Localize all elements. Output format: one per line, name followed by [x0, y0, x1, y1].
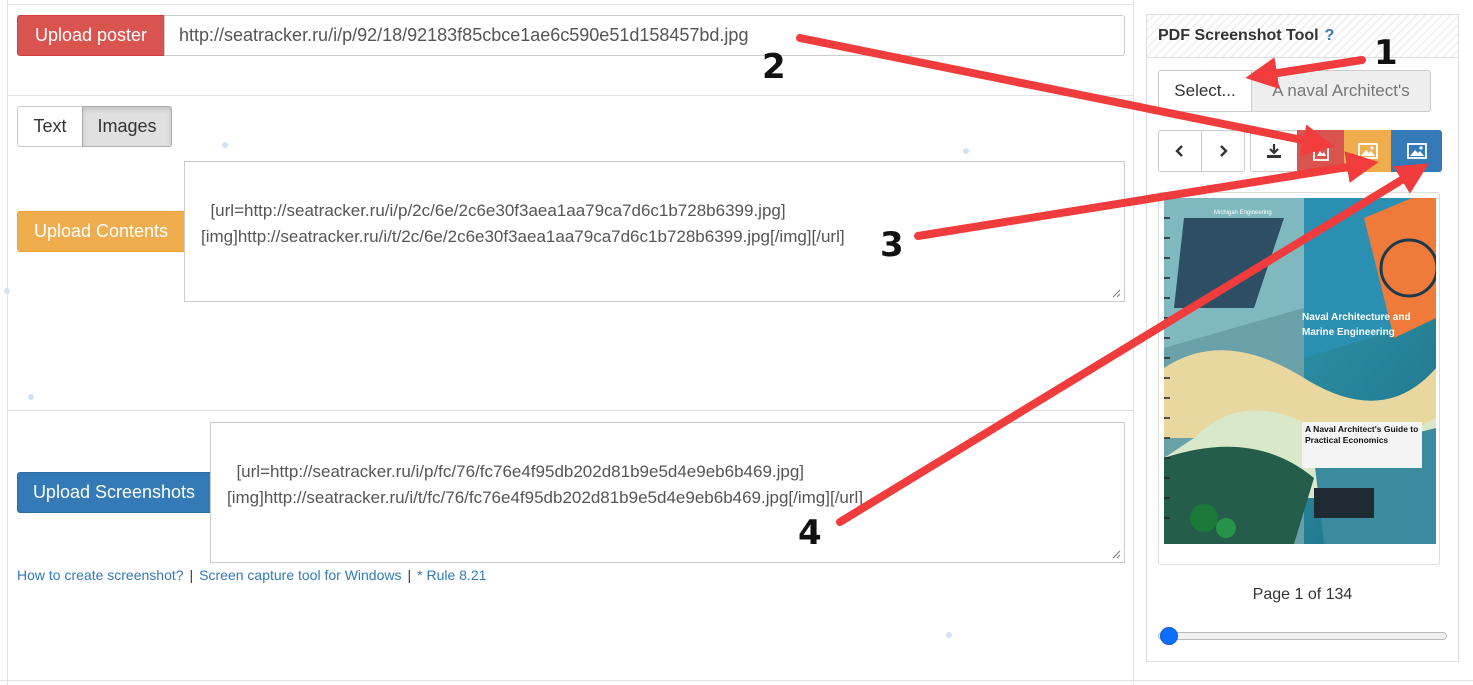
download-button[interactable]	[1250, 130, 1298, 172]
page-slider[interactable]	[1158, 632, 1447, 640]
pdf-image-icon	[1313, 141, 1329, 161]
download-icon	[1267, 144, 1281, 158]
frame-line-row2	[7, 410, 1134, 411]
poster-url-input[interactable]: http://seatracker.ru/i/p/92/18/92183f85c…	[164, 15, 1125, 56]
image-orange-icon	[1358, 143, 1378, 159]
link-rule[interactable]: * Rule 8.21	[417, 567, 486, 583]
decor-dot	[222, 142, 228, 148]
upload-contents-button[interactable]: Upload Contents	[17, 211, 185, 252]
pdf-panel-title: PDF Screenshot Tool	[1158, 27, 1319, 44]
help-icon[interactable]: ?	[1325, 27, 1335, 45]
frame-line-top	[7, 4, 1134, 5]
tab-images[interactable]: Images	[82, 106, 172, 147]
resize-grip-icon[interactable]	[1111, 288, 1121, 298]
pdf-page-preview: Michigan Engineering Naval Architecture …	[1158, 192, 1440, 565]
contents-bbcode-text: [url=http://seatracker.ru/i/p/2c/6e/2c6e…	[201, 201, 845, 246]
pdf-select-button[interactable]: Select...	[1158, 70, 1252, 112]
upload-screenshots-button[interactable]: Upload Screenshots	[17, 472, 211, 513]
cover-subtitle: A Naval Architect's Guide to Practical E…	[1305, 424, 1419, 445]
link-separator: |	[189, 567, 194, 583]
frame-line-row1	[7, 95, 1134, 96]
frame-line-left	[7, 0, 8, 685]
content-type-tabs: Text Images	[17, 106, 172, 147]
tab-text[interactable]: Text	[17, 106, 83, 147]
page-indicator: Page 1 of 134	[1252, 586, 1353, 603]
next-page-button[interactable]	[1201, 130, 1245, 172]
resize-grip-icon[interactable]	[1111, 549, 1121, 559]
pdf-file-select: Select... A naval Architect's	[1158, 70, 1431, 112]
pdf-panel-header: PDF Screenshot Tool ?	[1147, 15, 1458, 58]
link-separator: |	[407, 567, 412, 583]
chevron-left-icon	[1175, 145, 1183, 157]
image-blue-button[interactable]	[1391, 130, 1442, 172]
book-cover-image: Michigan Engineering Naval Architecture …	[1164, 198, 1436, 544]
screenshots-bbcode-textarea[interactable]: [url=http://seatracker.ru/i/p/fc/76/fc76…	[210, 422, 1125, 563]
cover-title: Naval Architecture and Marine Engineerin…	[1302, 312, 1411, 338]
image-orange-button[interactable]	[1344, 130, 1392, 172]
contents-bbcode-textarea[interactable]: [url=http://seatracker.ru/i/p/2c/6e/2c6e…	[184, 161, 1125, 302]
frame-line-bottom	[0, 680, 1473, 681]
decor-dot	[4, 288, 10, 294]
link-capture-tool[interactable]: Screen capture tool for Windows	[199, 567, 401, 583]
page-slider-thumb[interactable]	[1160, 627, 1179, 645]
upload-poster-button[interactable]: Upload poster	[17, 15, 165, 56]
decor-dot	[28, 394, 34, 400]
chevron-right-icon	[1220, 145, 1228, 157]
screenshots-bbcode-text: [url=http://seatracker.ru/i/p/fc/76/fc76…	[227, 462, 864, 507]
prev-page-button[interactable]	[1158, 130, 1202, 172]
pdf-file-name: A naval Architect's	[1251, 70, 1431, 112]
pdf-image-button[interactable]	[1297, 130, 1345, 172]
decor-dot	[963, 148, 969, 154]
cover-publisher: Michigan Engineering	[1214, 210, 1272, 216]
link-how-to-screenshot[interactable]: How to create screenshot?	[17, 567, 184, 583]
image-blue-icon	[1406, 143, 1427, 159]
frame-line-divider	[1133, 0, 1134, 685]
pdf-screenshot-panel: PDF Screenshot Tool ? Select... A naval …	[1146, 14, 1459, 662]
decor-dot	[946, 632, 952, 638]
help-links: How to create screenshot? | Screen captu…	[17, 566, 486, 584]
